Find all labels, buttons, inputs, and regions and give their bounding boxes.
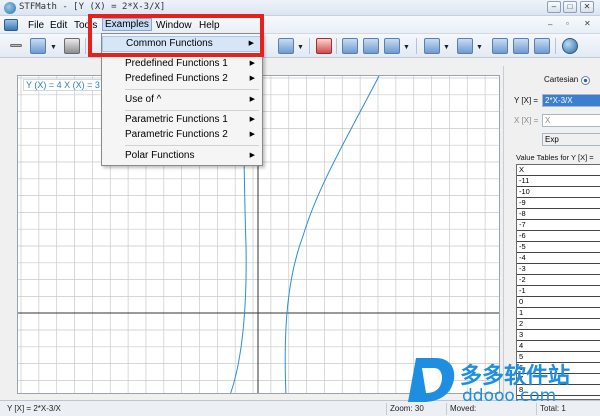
zoom-icon[interactable]: [278, 38, 294, 54]
table-row[interactable]: -8: [517, 209, 600, 220]
submenu-arrow-icon: ▶: [249, 75, 255, 82]
y-formula-input[interactable]: 2*X-3/X: [542, 94, 600, 107]
chart-alt-icon[interactable]: [513, 38, 529, 54]
menu-item-common-functions[interactable]: Common Functions ▶: [102, 36, 262, 52]
minimize-button[interactable]: –: [547, 1, 561, 13]
grid-dropdown-icon[interactable]: ▼: [403, 44, 410, 51]
watermark: 多多软件站 ddooo.com: [402, 352, 600, 408]
x-label: X [X] =: [514, 116, 539, 125]
table-header: X: [517, 165, 600, 176]
frame-dropdown-icon[interactable]: ▼: [443, 44, 450, 51]
side-panel: Cartesian Y [X] = 2*X-3/X X [X] = X Exp …: [503, 66, 600, 400]
menu-item-label: Parametric Functions 1: [125, 114, 228, 125]
new-icon[interactable]: [30, 38, 46, 54]
table-row[interactable]: -11: [517, 176, 600, 187]
submenu-arrow-icon: ▶: [249, 116, 255, 123]
curve-right-branch: [284, 76, 380, 393]
table-row[interactable]: -10: [517, 187, 600, 198]
menu-file[interactable]: File: [26, 19, 46, 32]
export-icon[interactable]: [534, 38, 550, 54]
color-icon[interactable]: [457, 38, 473, 54]
menu-bar: File Edit Tools Examples Window Help – ▫…: [0, 16, 600, 34]
grid-icon[interactable]: [384, 38, 400, 54]
menu-item-label: Predefined Functions 1: [125, 58, 228, 69]
table-row[interactable]: -4: [517, 253, 600, 264]
status-formula: Y [X] = 2*X-3/X: [7, 404, 61, 413]
toolbar: ▼ ▼ ▼ ▼ ▼: [0, 34, 600, 58]
examples-dropdown-menu: Common Functions ▶ Predefined Functions 1…: [101, 33, 263, 166]
exp-input[interactable]: Exp: [542, 133, 600, 146]
menu-edit[interactable]: Edit: [48, 19, 69, 32]
table-row[interactable]: 4: [517, 341, 600, 352]
close-button[interactable]: ✕: [580, 1, 594, 13]
new-dropdown-icon[interactable]: ▼: [50, 44, 57, 51]
maximize-button[interactable]: □: [563, 1, 577, 13]
value-table-title: Value Tables for Y [X] =: [516, 153, 594, 162]
table-row[interactable]: 2: [517, 319, 600, 330]
menu-item-use-of-caret[interactable]: Use of ^ ▶: [102, 92, 262, 108]
label-axes-icon[interactable]: [363, 38, 379, 54]
document-icon: [4, 19, 18, 31]
axes-icon[interactable]: [342, 38, 358, 54]
color-dropdown-icon[interactable]: ▼: [476, 44, 483, 51]
menu-help[interactable]: Help: [197, 19, 222, 32]
zoom-dropdown-icon[interactable]: ▼: [297, 44, 304, 51]
watermark-url: ddooo.com: [462, 386, 557, 406]
eraser-icon[interactable]: [316, 38, 332, 54]
table-row[interactable]: -1: [517, 286, 600, 297]
mdi-restore-icon[interactable]: ▫: [566, 19, 569, 28]
table-row[interactable]: 0: [517, 297, 600, 308]
chart-icon[interactable]: [492, 38, 508, 54]
menu-item-label: Common Functions: [126, 38, 213, 49]
submenu-arrow-icon: ▶: [249, 131, 255, 138]
print-icon[interactable]: [64, 38, 80, 54]
mdi-close-icon[interactable]: ✕: [584, 19, 591, 28]
table-row[interactable]: -9: [517, 198, 600, 209]
settings-globe-icon[interactable]: [562, 38, 578, 54]
menu-item-predefined-functions-1[interactable]: Predefined Functions 1 ▶: [102, 56, 262, 72]
table-row[interactable]: -6: [517, 231, 600, 242]
grip-icon: [10, 44, 22, 47]
x-formula-input[interactable]: X: [542, 114, 600, 127]
menu-window[interactable]: Window: [154, 19, 194, 32]
window-title: STFMath - [Y (X) = 2*X-3/X]: [19, 2, 166, 12]
menu-item-predefined-functions-2[interactable]: Predefined Functions 2 ▶: [102, 71, 262, 87]
submenu-arrow-icon: ▶: [249, 152, 255, 159]
submenu-arrow-icon: ▶: [249, 60, 255, 67]
graph-formula-label: Y (X) = 4 X (X) = 3: [23, 79, 103, 91]
title-bar: STFMath - [Y (X) = 2*X-3/X] – □ ✕: [0, 0, 600, 16]
table-row[interactable]: 1: [517, 308, 600, 319]
menu-item-label: Predefined Functions 2: [125, 73, 228, 84]
menu-item-label: Use of ^: [125, 94, 162, 105]
menu-item-parametric-functions-2[interactable]: Parametric Functions 2 ▶: [102, 127, 262, 143]
menu-item-polar-functions[interactable]: Polar Functions ▶: [102, 148, 262, 164]
table-row[interactable]: 3: [517, 330, 600, 341]
menu-item-label: Polar Functions: [125, 150, 195, 161]
cartesian-radio[interactable]: [581, 76, 590, 85]
app-icon: [4, 2, 16, 14]
frame-icon[interactable]: [424, 38, 440, 54]
mdi-minimize-icon[interactable]: –: [548, 20, 552, 29]
submenu-arrow-icon: ▶: [248, 40, 254, 47]
table-row[interactable]: -2: [517, 275, 600, 286]
menu-item-parametric-functions-1[interactable]: Parametric Functions 1 ▶: [102, 112, 262, 128]
table-row[interactable]: -3: [517, 264, 600, 275]
y-label: Y [X] =: [514, 96, 539, 105]
table-row[interactable]: -5: [517, 242, 600, 253]
menu-tools[interactable]: Tools: [72, 19, 99, 32]
menu-examples[interactable]: Examples: [102, 18, 152, 31]
submenu-arrow-icon: ▶: [249, 96, 255, 103]
menu-item-label: Parametric Functions 2: [125, 129, 228, 140]
table-row[interactable]: -7: [517, 220, 600, 231]
mode-label: Cartesian: [544, 75, 579, 84]
